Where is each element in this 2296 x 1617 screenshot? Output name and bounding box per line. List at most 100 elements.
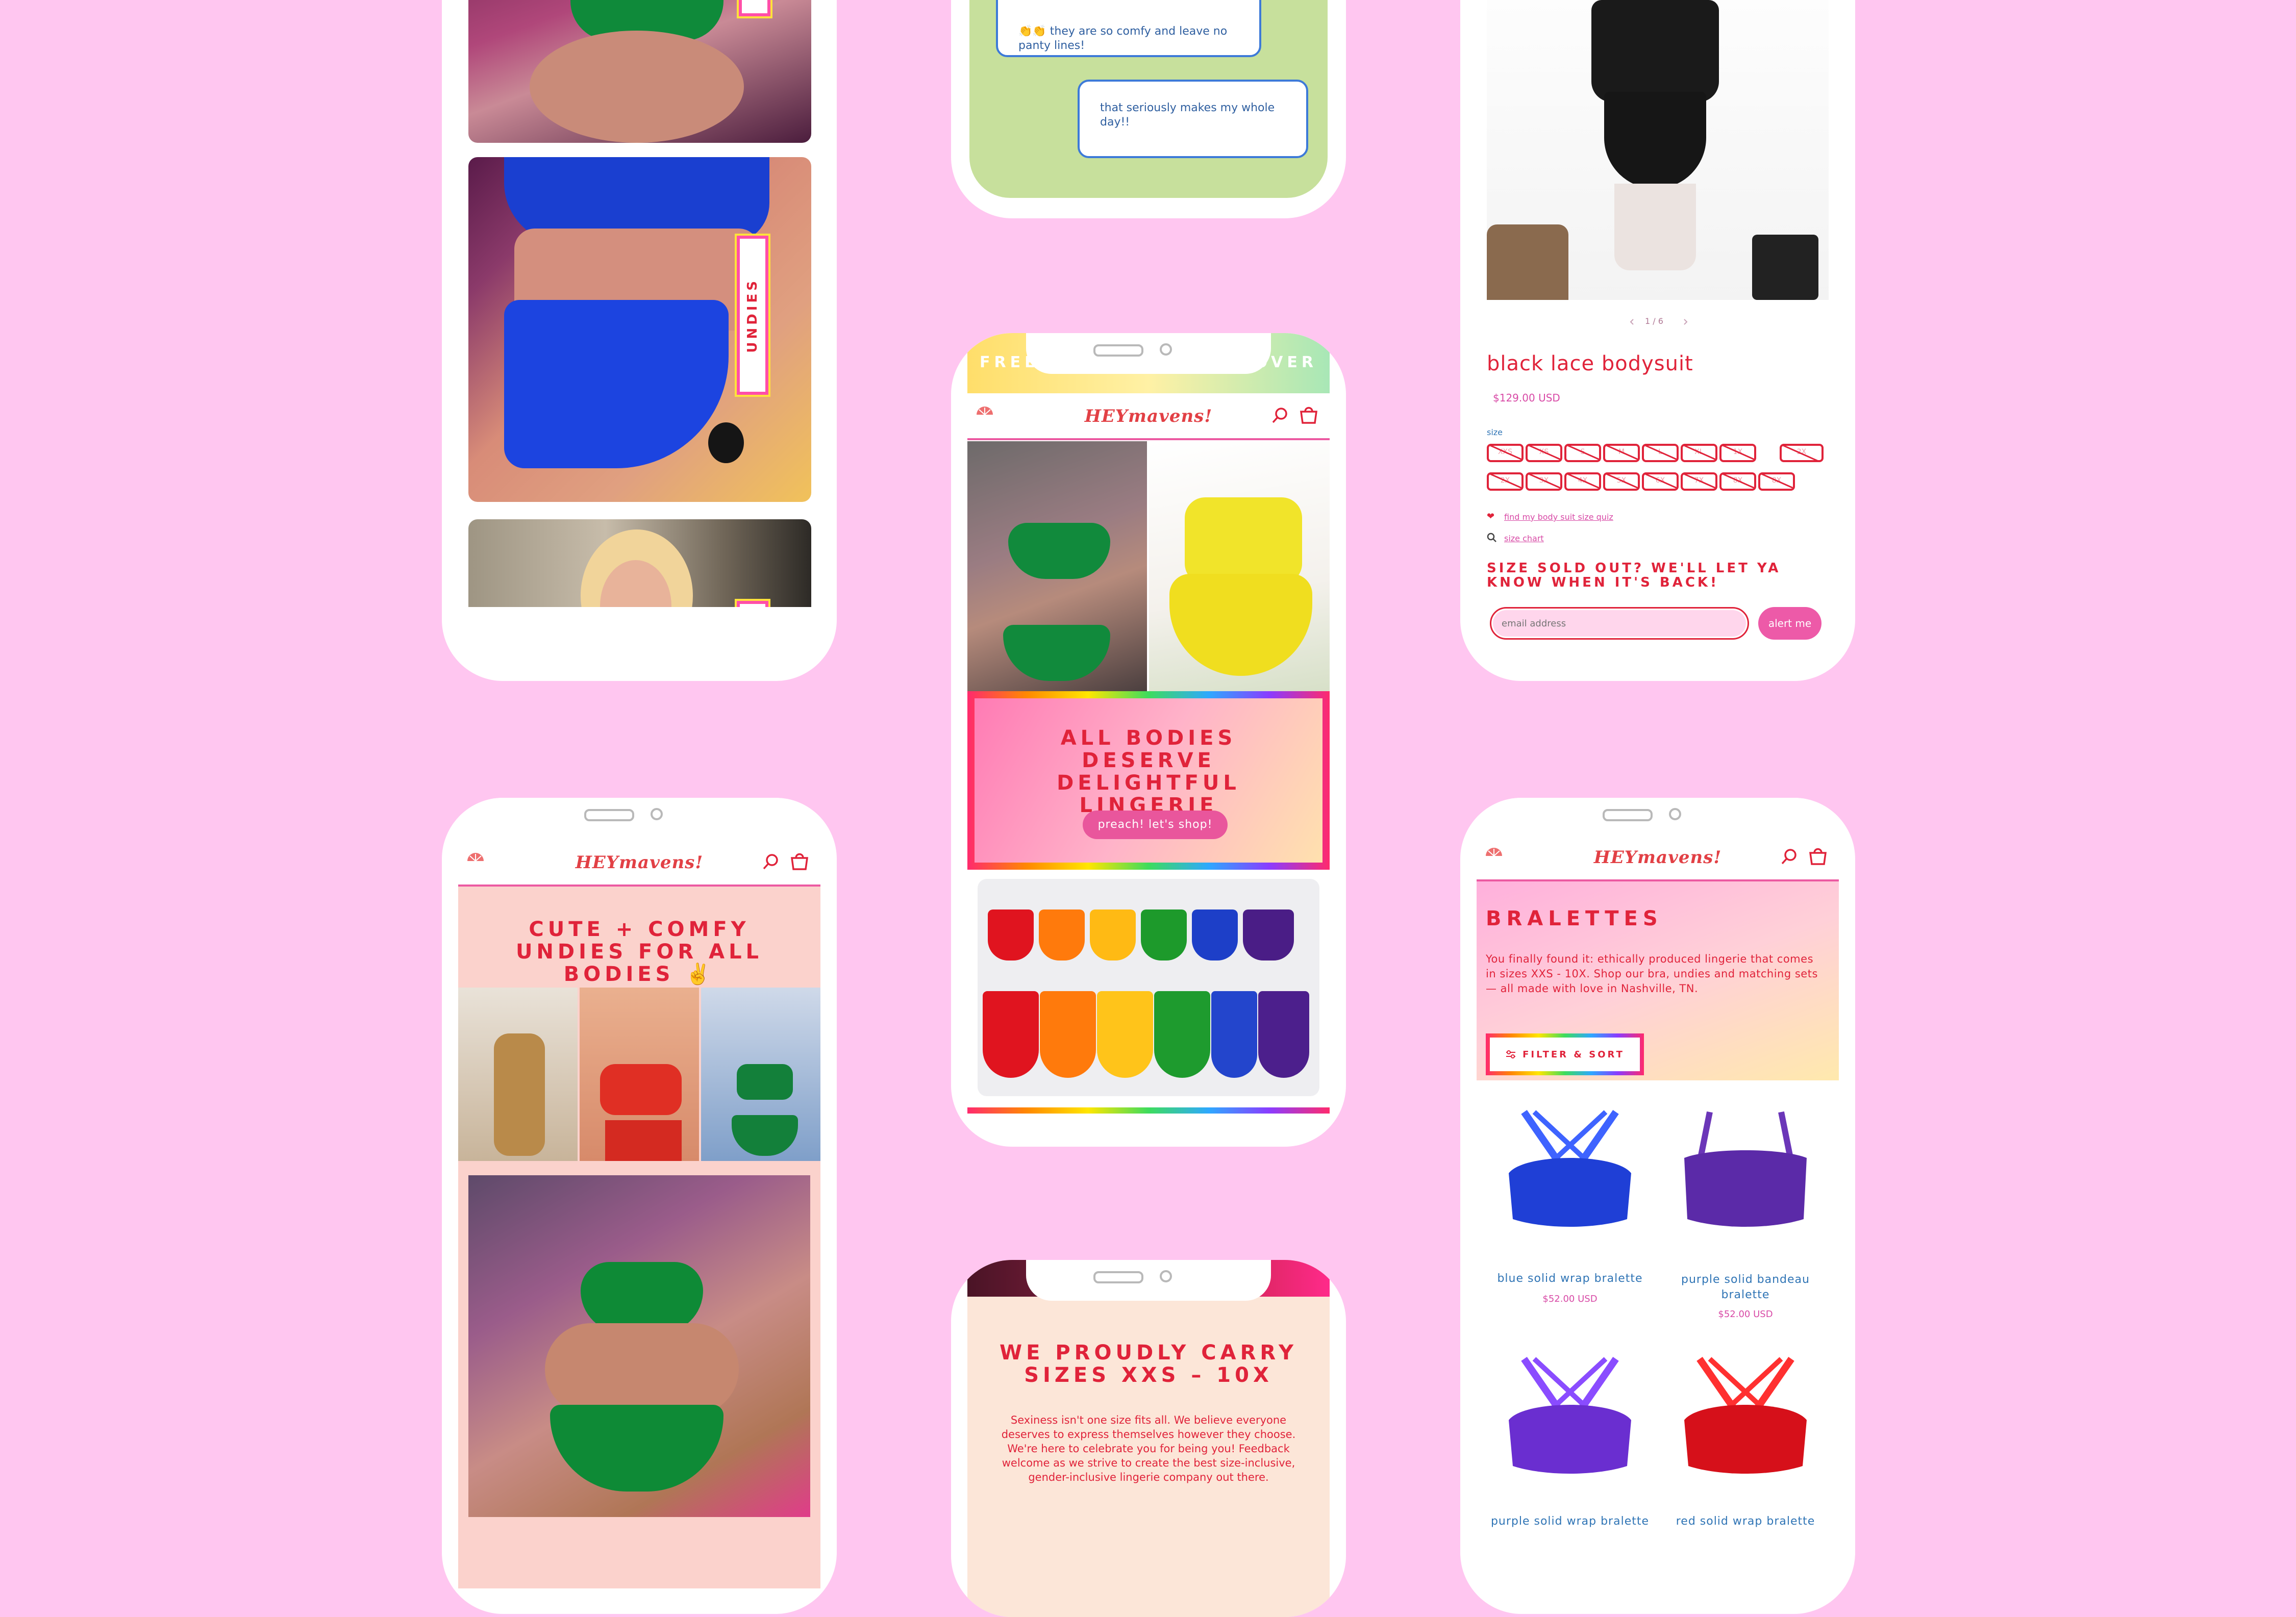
collection-tag-bottom: S	[737, 601, 768, 607]
product-name[interactable]: purple solid wrap bralette	[1486, 1515, 1654, 1528]
size-option[interactable]: M	[1603, 444, 1640, 462]
size-option[interactable]: 8X	[1719, 472, 1756, 491]
hero-headline: ALL BODIES DESERVE DELIGHTFUL LINGERIE	[1057, 726, 1240, 817]
header-divider	[967, 438, 1330, 440]
phone-notch	[1535, 798, 1780, 839]
model-photo-blue-undies[interactable]: UNDIES	[468, 157, 811, 502]
cart-icon[interactable]	[1299, 406, 1318, 425]
size-chart-link[interactable]: size chart	[1504, 534, 1544, 543]
size-option[interactable]: XS	[1526, 444, 1562, 462]
product-name[interactable]: red solid wrap bralette	[1661, 1515, 1830, 1528]
phone-sizes: WE PROUDLY CARRY SIZES XXS – 10X Sexines…	[951, 1260, 1346, 1617]
search-icon[interactable]	[762, 853, 780, 870]
hero-card: ALL BODIES DESERVE DELIGHTFUL LINGERIE p…	[967, 691, 1330, 870]
featured-model-photo[interactable]	[468, 1175, 810, 1517]
product-card[interactable]: blue solid wrap bralette $52.00 USD	[1486, 1102, 1654, 1316]
site-header: HEYmavens!	[1477, 836, 1839, 879]
sliders-icon	[1506, 1050, 1516, 1058]
gallery-prev-icon[interactable]	[1629, 318, 1636, 325]
size-option[interactable]: 1X	[1719, 444, 1756, 462]
size-option[interactable]: 2X	[1487, 472, 1524, 491]
product-image-bralette	[1509, 1110, 1631, 1227]
product-image-bralette	[1684, 1111, 1807, 1227]
phone-chat: 👏👏 they are so comfy and leave no panty …	[951, 0, 1346, 218]
collection-title: BRALETTES	[1486, 907, 1663, 930]
chat-bubble-customer: 👏👏 they are so comfy and leave no panty …	[996, 0, 1261, 57]
size-option[interactable]: XXS	[1487, 444, 1524, 462]
product-price: $52.00 USD	[1718, 1309, 1773, 1320]
collection-hero: BRALETTES You finally found it: ethicall…	[1477, 881, 1839, 1080]
size-option[interactable]: XL	[1681, 444, 1717, 462]
phone-notch	[1026, 1260, 1271, 1301]
sizes-headline: WE PROUDLY CARRY SIZES XXS – 10X	[999, 1341, 1297, 1387]
lookbook-photo-2[interactable]	[580, 988, 699, 1161]
collection-description: You finally found it: ethically produced…	[1486, 953, 1818, 995]
lookbook-photo-1[interactable]	[458, 988, 578, 1161]
product-price: $52.00 USD	[1542, 1294, 1598, 1304]
size-option[interactable]: 3X	[1526, 472, 1562, 491]
cart-icon[interactable]	[790, 852, 809, 871]
model-photo-blonde[interactable]: S	[468, 519, 811, 607]
magnifier-icon	[1487, 533, 1496, 542]
product-card[interactable]: red solid wrap bralette	[1661, 1349, 1830, 1563]
size-option[interactable]: S	[1564, 444, 1601, 462]
phone-undies: HEYmavens! CUTE + COMFY UNDIES FOR ALL B…	[442, 798, 837, 1614]
sold-out-heading: SIZE SOLD OUT? WE'LL LET YA KNOW WHEN IT…	[1487, 561, 1781, 590]
phone-notch	[1026, 333, 1271, 374]
phone-gallery: B UNDIES S	[442, 0, 837, 681]
shop-cta-button[interactable]: preach! let's shop!	[1083, 811, 1228, 839]
product-image-bralette	[1684, 1357, 1807, 1474]
brand-logo[interactable]: HEYmavens!	[1594, 847, 1722, 868]
brand-logo[interactable]: HEYmavens!	[576, 852, 704, 873]
menu-icon[interactable]	[975, 403, 995, 424]
undies-hero: CUTE + COMFY UNDIES FOR ALL BODIES ✌️	[458, 887, 820, 1588]
gallery-counter: 1 / 6	[1645, 316, 1663, 326]
size-option[interactable]: 6X	[1642, 472, 1679, 491]
phone-product: 1 / 6 black lace bodysuit $129.00 USD si…	[1460, 0, 1855, 681]
product-card[interactable]: purple solid bandeau bralette $52.00 USD	[1661, 1102, 1830, 1336]
email-input[interactable]	[1490, 607, 1749, 640]
gallery-next-icon[interactable]	[1682, 318, 1689, 325]
product-card[interactable]: purple solid wrap bralette	[1486, 1349, 1654, 1563]
collection-tag: B	[739, 0, 770, 16]
site-header: HEYmavens!	[967, 394, 1330, 438]
phone-home: FREE S S OVER HEYmavens! ALL BODIES DESE…	[951, 333, 1346, 1147]
model-photo-green-bikini[interactable]: B	[468, 0, 811, 143]
phone-collection: HEYmavens! BRALETTES You finally found i…	[1460, 798, 1855, 1614]
product-title: black lace bodysuit	[1487, 352, 1693, 375]
alert-me-button[interactable]: alert me	[1758, 607, 1821, 640]
search-icon[interactable]	[1781, 848, 1798, 865]
phone-notch	[517, 798, 762, 839]
footer-rainbow-bar	[967, 1107, 1330, 1114]
chat-bubble-reply: that seriously makes my whole day!!	[1078, 80, 1308, 158]
product-name[interactable]: blue solid wrap bralette	[1486, 1272, 1654, 1285]
size-option[interactable]: 5X	[1603, 472, 1640, 491]
menu-icon[interactable]	[465, 850, 486, 870]
lookbook-photo-3[interactable]	[701, 988, 820, 1161]
cart-icon[interactable]	[1808, 847, 1828, 866]
menu-icon[interactable]	[1484, 845, 1504, 865]
product-image-bralette	[1509, 1357, 1631, 1474]
size-quiz-link[interactable]: find my body suit size quiz	[1504, 512, 1613, 522]
brand-logo[interactable]: HEYmavens!	[1085, 406, 1213, 426]
size-option[interactable]: 4X	[1564, 472, 1601, 491]
rainbow-lingerie-photo[interactable]	[978, 879, 1319, 1096]
product-name[interactable]: purple solid bandeau bralette	[1661, 1272, 1830, 1303]
filter-sort-button[interactable]: FILTER & SORT	[1486, 1033, 1644, 1075]
product-price: $129.00 USD	[1493, 392, 1560, 404]
size-option[interactable]: 2X	[1780, 444, 1824, 462]
heart-icon: ❤	[1487, 511, 1495, 522]
filter-sort-label: FILTER & SORT	[1523, 1049, 1625, 1060]
undies-tag: UNDIES	[737, 236, 768, 395]
size-option[interactable]: 7X	[1681, 472, 1717, 491]
site-header: HEYmavens!	[458, 841, 820, 885]
search-icon[interactable]	[1271, 407, 1289, 424]
size-option[interactable]: 8X	[1758, 472, 1795, 491]
hero-photo-right[interactable]	[1149, 441, 1330, 691]
hero-photo-left[interactable]	[967, 441, 1147, 691]
product-photo-bodysuit[interactable]	[1487, 0, 1829, 300]
sizes-body-text: Sexiness isn't one size fits all. We bel…	[1001, 1414, 1296, 1483]
size-option[interactable]: L	[1642, 444, 1679, 462]
size-selector: XXS XS S M L XL 1X 2X 2X 3X 4X 5X 6X 7X …	[1487, 444, 1829, 505]
undies-headline: CUTE + COMFY UNDIES FOR ALL BODIES ✌️	[515, 918, 763, 986]
